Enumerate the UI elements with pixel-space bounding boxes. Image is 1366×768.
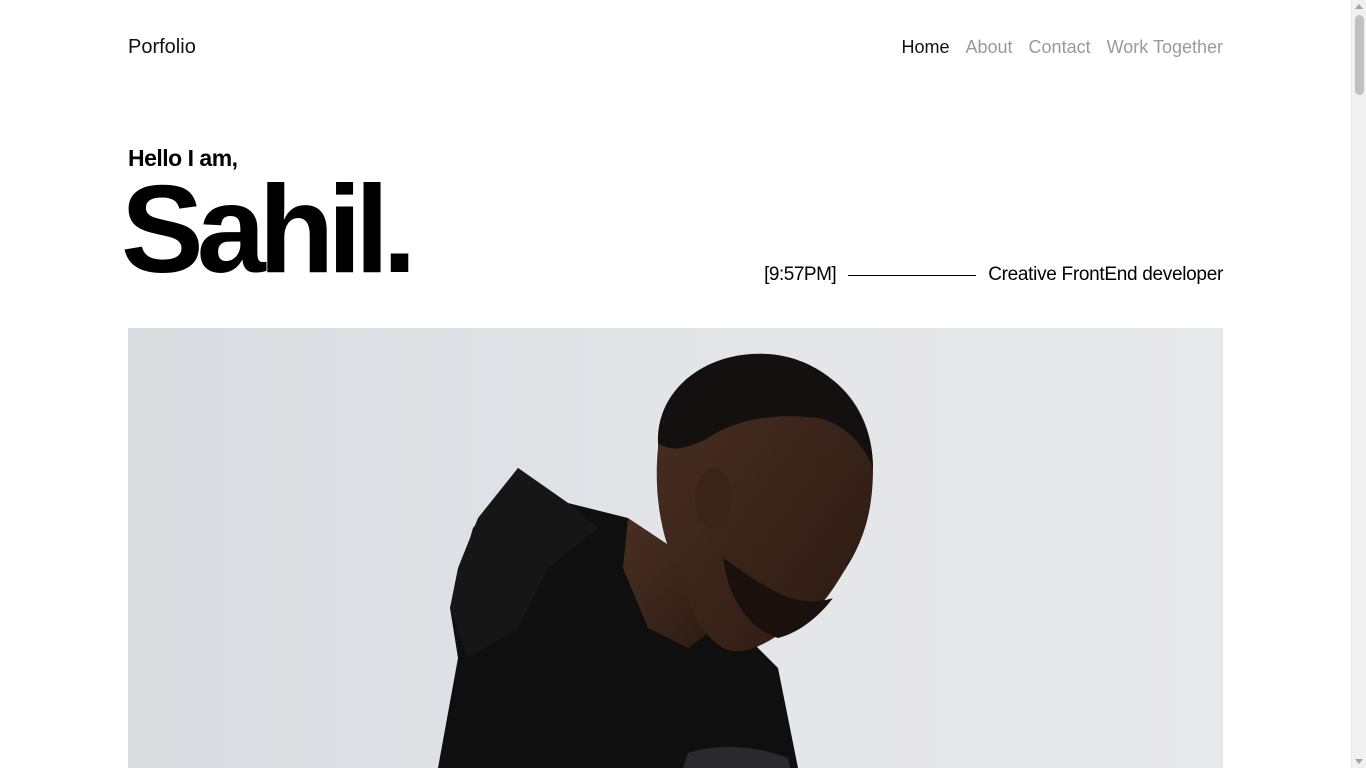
portrait-photo: [128, 328, 1223, 768]
current-time: [9:57PM]: [764, 264, 837, 285]
scroll-down-icon[interactable]: [1355, 759, 1363, 764]
vertical-scrollbar[interactable]: [1351, 0, 1366, 768]
hero-meta: [9:57PM] Creative FrontEnd developer: [764, 261, 1223, 289]
main-nav: Home About Contact Work Together: [901, 34, 1223, 60]
divider-line: [848, 274, 977, 276]
portrait-illustration: [438, 353, 873, 768]
scroll-up-icon[interactable]: [1355, 4, 1363, 9]
scrollbar-thumb[interactable]: [1355, 15, 1364, 95]
nav-about[interactable]: About: [966, 34, 1013, 60]
nav-contact[interactable]: Contact: [1029, 34, 1091, 60]
role-title: Creative FrontEnd developer: [988, 264, 1223, 285]
brand-logo[interactable]: Porfolio: [128, 34, 196, 60]
nav-home[interactable]: Home: [901, 34, 949, 60]
page: Porfolio Home About Contact Work Togethe…: [0, 0, 1366, 768]
hero-name: Sahil.: [121, 161, 417, 299]
nav-work-together[interactable]: Work Together: [1107, 34, 1223, 60]
